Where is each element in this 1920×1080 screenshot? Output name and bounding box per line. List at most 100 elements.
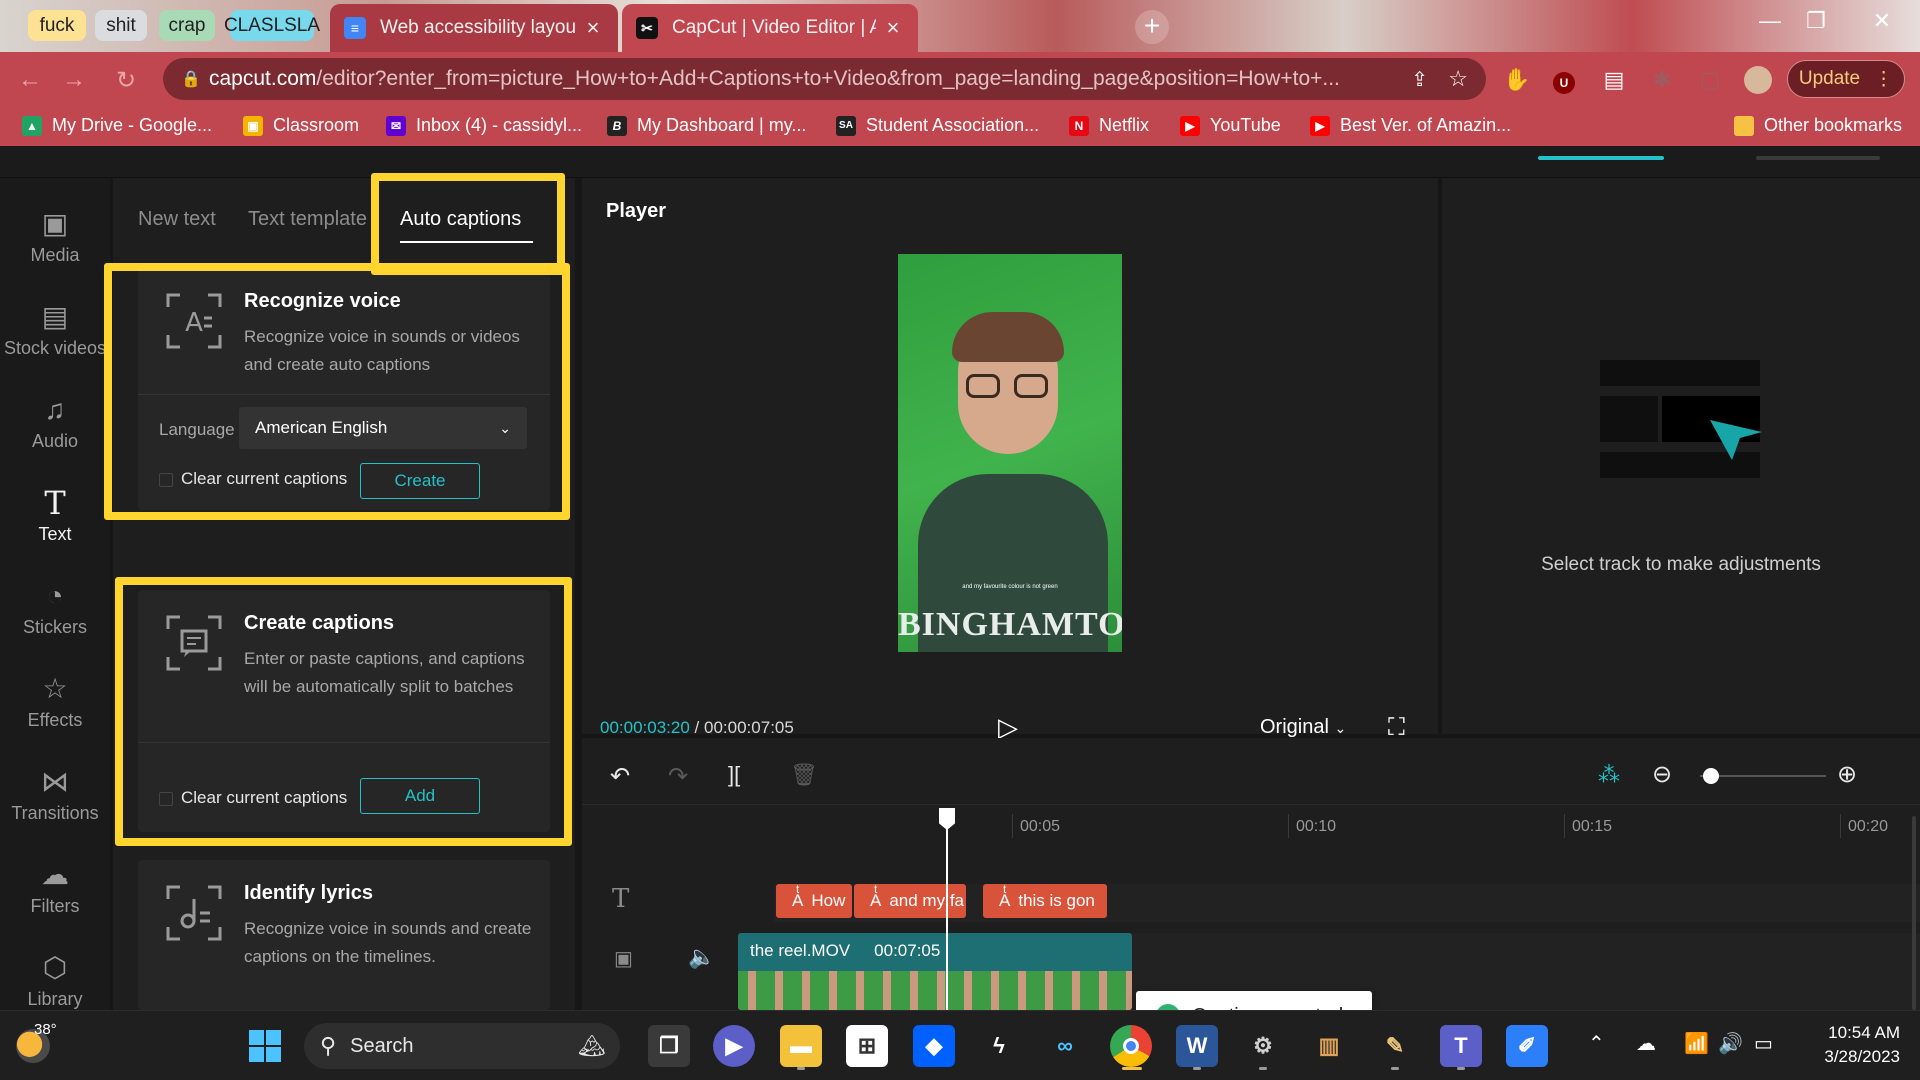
bookmark-label: Netflix [1099,115,1150,135]
back-icon[interactable]: ← [18,66,42,94]
sidebar-item-library[interactable]: ⬡ Library [0,930,110,1010]
weather-temp: 38° [34,1021,57,1038]
word-icon[interactable]: W [1176,1025,1218,1067]
sidebar-item-text[interactable]: T Text [0,465,110,545]
close-icon[interactable]: × [582,15,604,41]
store-icon[interactable]: ⊞ [846,1025,888,1067]
clip-header: the reel.MOV 00:07:05 [750,941,940,961]
bookmark-item[interactable]: ✉ Inbox (4) - cassidyl... [386,115,582,136]
restore-icon[interactable]: ❐ [1796,8,1836,34]
bookmark-folder[interactable]: Other bookmarks [1734,115,1902,136]
share-icon[interactable]: ⇪ [1411,67,1428,92]
update-button[interactable]: Update ⋮ [1787,60,1905,98]
battery-icon[interactable]: ▭ [1754,1031,1773,1056]
clock[interactable]: 10:54 AM 3/28/2023 [1800,1021,1900,1069]
minimize-icon[interactable]: — [1750,8,1790,34]
new-tab-button[interactable]: + [1135,10,1169,44]
browser-tab-docs[interactable]: ≡ Web accessibility layout - Google × [330,4,618,52]
browser-tab-capcut[interactable]: ✂ CapCut | Video Editor | All-In-One × [622,4,918,52]
tab-group-chip[interactable]: CLASLSLA [224,10,320,41]
address-bar[interactable]: 🔒 capcut.com /editor?enter_from=picture_… [163,58,1486,100]
tab-strip: fuck shit crap CLASLSLA ≡ Web accessibil… [0,0,1920,52]
tab-group-chip[interactable]: fuck [28,10,86,41]
zoom-slider-thumb[interactable] [1703,768,1719,784]
settings-icon[interactable]: ⚙ [1242,1025,1284,1067]
extensions-icon[interactable]: ✱ [1648,66,1676,94]
side-panel-icon[interactable]: ▢ [1696,66,1724,94]
hair [952,312,1064,362]
sidebar-item-stickers[interactable]: ◔ Stickers [0,558,110,638]
timecode: 00:00:03:20 / 00:00:07:05 [600,718,794,738]
tab-group-label: crap [168,14,206,36]
library-app-icon[interactable]: ▥ [1308,1025,1350,1067]
tab-title: Web accessibility layout - Google [380,17,576,38]
start-icon[interactable] [244,1025,286,1067]
taskbar-search[interactable]: ⚲ Search 🏔 [304,1023,620,1069]
snap-icon[interactable]: ⁂ [1598,762,1620,788]
volume-icon[interactable]: 🔈 [688,944,715,970]
avatar[interactable] [1744,66,1772,94]
ext-doc-icon[interactable]: ▤ [1600,66,1628,94]
tab-group-chip[interactable]: shit [95,10,147,41]
bookmark-item[interactable]: B My Dashboard | my... [607,115,806,136]
filters-icon: ☁ [41,859,69,890]
caption-clip[interactable]: Aͭ this is gon [983,884,1107,918]
sidebar-item-filters[interactable]: ☁ Filters [0,837,110,917]
close-icon[interactable]: × [882,15,904,41]
timeline-scrollbar[interactable] [1912,816,1916,1010]
close-window-icon[interactable]: ✕ [1862,8,1902,34]
task-view-icon[interactable]: ❐ [648,1025,690,1067]
bookmark-item[interactable]: N Netflix [1069,115,1149,136]
zoom-out-icon[interactable]: ⊖ [1652,760,1672,789]
sidebar-item-stock-videos[interactable]: ▤ Stock videos [0,279,110,359]
sidebar-item-effects[interactable]: ☆ Effects [0,651,110,731]
redo-icon[interactable]: ↷ [668,762,688,791]
reload-icon[interactable]: ↻ [116,66,136,95]
bolt-app-icon[interactable]: ϟ [978,1025,1020,1067]
video-clip[interactable]: the reel.MOV 00:07:05 [738,933,1132,1010]
infinity-app-icon[interactable]: ∞ [1044,1025,1086,1067]
ext-stop-icon[interactable]: ✋ [1503,66,1531,94]
video-preview[interactable]: and my favourite colour is not green BIN… [898,254,1122,652]
chrome-icon[interactable] [1110,1025,1152,1067]
playhead-line [946,826,948,1010]
tab-new-text[interactable]: New text [138,208,216,231]
url-host: capcut.com [209,67,317,90]
clip-thumbnails [738,971,1132,1010]
ext-ublock-icon[interactable]: U [1550,66,1578,94]
delete-icon[interactable]: 🗑 [790,762,818,788]
sidebar-item-audio[interactable]: ♫ Audio [0,372,110,452]
teams-icon[interactable]: T [1440,1025,1482,1067]
forward-icon[interactable]: → [62,66,86,94]
tab-group-chip[interactable]: crap [159,10,215,41]
bookmark-item[interactable]: ▶ YouTube [1180,115,1281,136]
caption-clip[interactable]: Aͭ How [776,884,852,918]
wifi-icon[interactable]: 📶 [1684,1031,1709,1056]
notes-app-icon[interactable]: ✎ [1374,1025,1416,1067]
whiteboard-icon[interactable]: ✐ [1506,1025,1548,1067]
zoom-in-icon[interactable]: ⊕ [1837,760,1857,789]
split-icon[interactable]: ][ [728,762,740,788]
bookmark-item[interactable]: ▶ Best Ver. of Amazin... [1310,115,1511,136]
chevron-up-icon[interactable]: ⌃ [1588,1031,1605,1056]
clock-time: 10:54 AM [1828,1023,1900,1042]
dropbox-icon[interactable]: ◆ [913,1025,955,1067]
file-explorer-icon[interactable]: ▬ [780,1025,822,1067]
sidebar-item-media[interactable]: ▣ Media [0,186,110,266]
browser-toolbar: ← → ↻ 🔒 capcut.com /editor?enter_from=pi… [0,52,1920,106]
aspect-ratio-select[interactable]: Original ⌄ [1260,716,1346,739]
teams-chat-icon[interactable]: ▶ [713,1025,755,1067]
star-icon[interactable]: ☆ [1448,66,1468,92]
tab-group-label: fuck [39,14,75,36]
yahoo-mail-icon: ✉ [386,115,406,136]
onedrive-icon[interactable]: ☁ [1636,1031,1656,1056]
caption-icon: Aͭ [870,891,882,910]
speaker-icon[interactable]: 🔊 [1718,1031,1743,1056]
sidebar-item-transitions[interactable]: ⋈ Transitions [0,744,110,824]
ruler-label: 00:20 [1848,818,1889,835]
bookmark-item[interactable]: SA Student Association... [836,115,1039,136]
caption-clip[interactable]: Aͭ and my fa [854,884,966,918]
bookmark-item[interactable]: ▣ Classroom [243,115,359,136]
bookmark-item[interactable]: ▲ My Drive - Google... [22,115,212,136]
undo-icon[interactable]: ↶ [610,762,630,791]
